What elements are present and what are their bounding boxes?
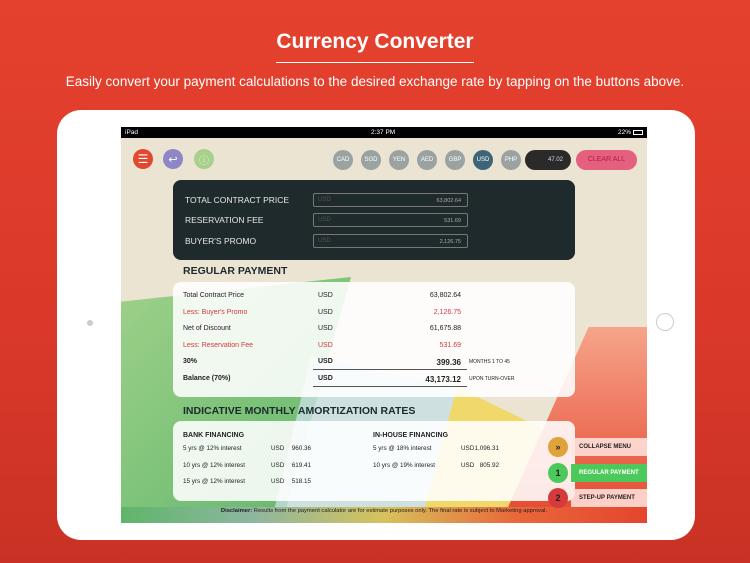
disclaimer-text: Results from the payment calculator are … (252, 508, 548, 514)
currency-gbp[interactable]: GBP (445, 150, 465, 170)
input-label: TOTAL CONTRACT PRICE (185, 195, 290, 205)
divider (313, 385, 467, 387)
input-value: 531.69 (444, 218, 461, 224)
placeholder: USD (318, 197, 331, 203)
placeholder: USD (318, 238, 331, 244)
side-menu-item[interactable]: REGULAR PAYMENT (571, 463, 647, 482)
menu-label: STEP-UP PAYMENT (579, 495, 635, 501)
regular-payment-title: REGULAR PAYMENT (183, 265, 288, 277)
disclaimer-label: Disclaimer: (220, 508, 253, 514)
clear-all-button[interactable]: CLEAR ALL (576, 150, 637, 170)
reservation-fee-input[interactable]: USD 531.69 (313, 213, 468, 227)
row-label: 5 yrs @ 12% interest (183, 445, 242, 452)
row-label: 10 yrs @ 12% interest (183, 461, 246, 469)
currency-cad[interactable]: CAD (333, 150, 353, 170)
row-note: MONTHS 1 TO 45 (469, 359, 510, 365)
step-number-icon[interactable]: 2 (548, 488, 568, 508)
page-subtitle: Easily convert your payment calculations… (65, 74, 685, 89)
row-value: 2,126.75 (433, 308, 461, 316)
buyers-promo-input[interactable]: USD 2,126.75 (313, 234, 468, 248)
home-button (656, 313, 674, 331)
row-value: 805.92 (479, 461, 499, 469)
side-menu-item[interactable]: COLLAPSE MENU (571, 438, 647, 456)
currency-usd[interactable]: USD (473, 150, 493, 170)
placeholder: USD (318, 217, 331, 223)
row-value: 518.15 (291, 478, 311, 485)
row-value: 43,173.12 (425, 374, 461, 384)
row-value: 619.41 (291, 461, 311, 469)
row-label: Net of Discount (183, 325, 231, 332)
camera (87, 320, 93, 326)
row-label: Less: Reservation Fee (183, 341, 254, 349)
row-currency: USD (318, 374, 333, 382)
currency-php[interactable]: PHP (501, 150, 521, 170)
row-currency: USD (318, 341, 333, 349)
row-currency: USD (318, 308, 333, 316)
row-label: Balance (70%) (183, 374, 231, 382)
menu-label: COLLAPSE MENU (579, 444, 632, 450)
divider (313, 369, 467, 370)
bank-financing-title: BANK FINANCING (183, 432, 245, 439)
row-value: 1,096.31 (474, 445, 499, 452)
currency-yen[interactable]: YEN (389, 150, 409, 170)
side-menu-item[interactable]: STEP-UP PAYMENT (571, 489, 647, 507)
row-currency: USD (318, 325, 333, 332)
battery-level: 22% (617, 129, 631, 136)
status-bar: iPad 2:37 PM 22% (121, 127, 647, 138)
currency-sgd[interactable]: SGD (361, 150, 381, 170)
amortization-title: INDICATIVE MONTHLY AMORTIZATION RATES (183, 405, 416, 417)
row-value: 61,675.88 (429, 325, 461, 332)
exchange-rate-field[interactable]: 47.02 (525, 150, 571, 170)
disclaimer: Disclaimer: Results from the payment cal… (121, 508, 647, 514)
row-value: 960.36 (291, 445, 311, 452)
input-panel: TOTAL CONTRACT PRICE USD 63,802.64 RESERV… (173, 180, 575, 260)
row-label: 30% (183, 358, 198, 365)
amortization-card: BANK FINANCING IN-HOUSE FINANCING 5 yrs … (173, 421, 575, 501)
chevron-double-right-icon[interactable]: » (548, 437, 568, 457)
row-value: 531.69 (439, 341, 461, 349)
page-title: Currency Converter (276, 30, 474, 53)
row-label: 15 yrs @ 12% interest (183, 478, 246, 485)
title-underline (276, 62, 474, 63)
menu-icon[interactable]: ☰ (133, 149, 153, 169)
menu-label: REGULAR PAYMENT (579, 469, 639, 476)
app-screen: iPad 2:37 PM 22% ☰ ↩ ⓘ CAD SGD YEN AED G… (121, 127, 647, 523)
inhouse-financing-title: IN-HOUSE FINANCING (373, 432, 449, 439)
device-name: iPad (125, 129, 139, 136)
row-currency: USD (318, 358, 333, 365)
currency-aed[interactable]: AED (417, 150, 437, 170)
row-currency: USD (318, 292, 333, 299)
clock: 2:37 PM (371, 129, 396, 136)
row-value: 399.36 (436, 358, 461, 367)
row-note: UPON TURN-OVER (469, 375, 515, 382)
row-label: 10 yrs @ 19% interest (373, 461, 436, 469)
row-value: 63,802.64 (429, 292, 461, 299)
input-value: 63,802.64 (436, 198, 461, 204)
step-number-icon[interactable]: 1 (548, 462, 568, 483)
input-label: BUYER'S PROMO (185, 236, 257, 246)
row-label: Total Contract Price (183, 292, 245, 299)
back-icon[interactable]: ↩ (163, 149, 183, 169)
battery-icon (633, 130, 643, 135)
row-label: Less: Buyer's Promo (183, 308, 248, 316)
input-label: RESERVATION FEE (185, 215, 264, 225)
input-value: 2,126.75 (439, 239, 461, 245)
info-icon[interactable]: ⓘ (194, 149, 214, 169)
row-label: 5 yrs @ 18% interest (373, 445, 432, 452)
regular-payment-card: Total Contract Price USD 63,802.64 Less:… (173, 282, 575, 397)
total-contract-price-input[interactable]: USD 63,802.64 (313, 193, 468, 207)
